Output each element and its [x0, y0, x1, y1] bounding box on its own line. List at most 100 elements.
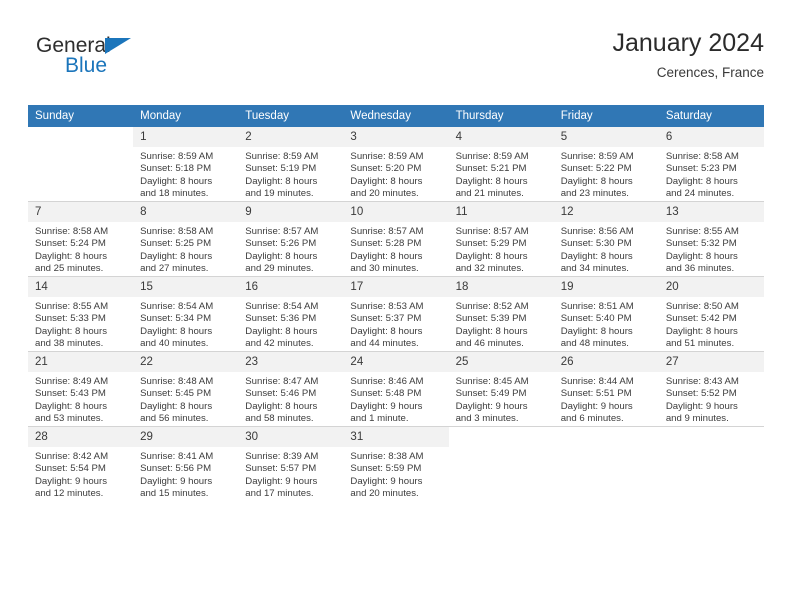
daylight-text-line1: Daylight: 9 hours [140, 475, 213, 487]
calendar-day-cell[interactable]: 4 Sunrise: 8:59 AM Sunset: 5:21 PM Daylight… [448, 127, 554, 202]
day-details: Sunrise: 8:58 AM Sunset: 5:25 PM Daylight:… [133, 222, 238, 276]
daylight-text-line2: and 30 minutes. [350, 263, 419, 275]
calendar-day-cell[interactable]: 28 Sunrise: 8:42 AM Sunset: 5:54 PM Dayligh… [28, 426, 134, 501]
calendar-day-cell[interactable]: 17 Sunrise: 8:53 AM Sunset: 5:37 PM Dayligh… [343, 276, 449, 352]
calendar-day-cell[interactable]: 18 Sunrise: 8:52 AM Sunset: 5:39 PM Dayligh… [448, 276, 554, 352]
sunset-text: Sunset: 5:51 PM [560, 388, 632, 400]
day-number: 7 [28, 202, 134, 222]
day-number [553, 427, 659, 447]
day-number: 29 [133, 427, 239, 447]
day-details: Sunrise: 8:54 AM Sunset: 5:34 PM Daylight:… [133, 297, 238, 351]
daylight-text-line1: Daylight: 8 hours [245, 250, 318, 262]
day-details: Sunrise: 8:42 AM Sunset: 5:54 PM Daylight:… [28, 447, 133, 501]
day-number [658, 427, 764, 447]
daylight-text-line1: Daylight: 8 hours [140, 325, 213, 337]
calendar-day-cell[interactable]: 13 Sunrise: 8:55 AM Sunset: 5:32 PM Dayligh… [658, 201, 764, 277]
daylight-text-line1: Daylight: 8 hours [140, 175, 213, 187]
sunset-text: Sunset: 5:22 PM [560, 163, 632, 175]
day-number: 16 [238, 277, 344, 297]
daylight-text-line2: and 27 minutes. [140, 263, 209, 275]
general-blue-logo[interactable]: General Blue [36, 34, 236, 90]
day-details: Sunrise: 8:57 AM Sunset: 5:29 PM Daylight:… [449, 222, 554, 276]
daylight-text-line1: Daylight: 9 hours [665, 400, 738, 412]
sunset-text: Sunset: 5:18 PM [140, 163, 212, 175]
day-number: 19 [553, 277, 659, 297]
calendar-week-row: 7 Sunrise: 8:58 AM Sunset: 5:24 PM Daylight… [28, 201, 764, 277]
calendar-day-cell[interactable]: 2 Sunrise: 8:59 AM Sunset: 5:19 PM Daylight… [238, 127, 344, 202]
day-number: 10 [343, 202, 449, 222]
sunrise-text: Sunrise: 8:58 AM [665, 151, 739, 162]
calendar-day-cell[interactable]: 15 Sunrise: 8:54 AM Sunset: 5:34 PM Dayligh… [133, 276, 239, 352]
calendar-day-cell[interactable]: 22 Sunrise: 8:48 AM Sunset: 5:45 PM Dayligh… [133, 351, 239, 427]
sunrise-text: Sunrise: 8:55 AM [665, 226, 739, 237]
calendar-day-cell[interactable]: 29 Sunrise: 8:41 AM Sunset: 5:56 PM Dayligh… [133, 426, 239, 501]
daylight-text-line2: and 17 minutes. [245, 488, 314, 500]
daylight-text-line1: Daylight: 8 hours [35, 325, 107, 337]
calendar-day-cell[interactable]: 11 Sunrise: 8:57 AM Sunset: 5:29 PM Dayligh… [448, 201, 554, 277]
calendar-day-cell[interactable]: 20 Sunrise: 8:50 AM Sunset: 5:42 PM Dayligh… [658, 276, 764, 352]
calendar-day-cell[interactable]: 25 Sunrise: 8:45 AM Sunset: 5:49 PM Dayligh… [448, 351, 554, 427]
calendar-day-cell[interactable]: 16 Sunrise: 8:54 AM Sunset: 5:36 PM Dayligh… [238, 276, 344, 352]
sunrise-text: Sunrise: 8:54 AM [245, 301, 319, 312]
calendar-day-cell[interactable]: 8 Sunrise: 8:58 AM Sunset: 5:25 PM Daylight… [133, 201, 239, 277]
weekday-header-wednesday: Wednesday [343, 105, 449, 127]
calendar-day-cell[interactable]: 10 Sunrise: 8:57 AM Sunset: 5:28 PM Dayligh… [343, 201, 449, 277]
calendar-day-cell[interactable]: 5 Sunrise: 8:59 AM Sunset: 5:22 PM Daylight… [553, 127, 659, 202]
day-details: Sunrise: 8:47 AM Sunset: 5:46 PM Daylight:… [238, 372, 343, 426]
calendar-day-cell[interactable]: 27 Sunrise: 8:43 AM Sunset: 5:52 PM Dayligh… [658, 351, 764, 427]
day-number: 4 [448, 127, 554, 147]
calendar-day-cell[interactable]: 24 Sunrise: 8:46 AM Sunset: 5:48 PM Dayligh… [343, 351, 449, 427]
day-number: 20 [658, 277, 764, 297]
day-details: Sunrise: 8:48 AM Sunset: 5:45 PM Daylight:… [133, 372, 238, 426]
day-details [28, 147, 133, 151]
sunset-text: Sunset: 5:34 PM [140, 313, 212, 325]
day-number: 17 [343, 277, 449, 297]
daylight-text-line1: Daylight: 8 hours [350, 325, 423, 337]
sunrise-text: Sunrise: 8:49 AM [35, 376, 109, 387]
day-number [28, 127, 134, 147]
day-details [659, 447, 764, 451]
calendar-day-cell-empty [553, 426, 659, 501]
calendar-week-row: 14 Sunrise: 8:55 AM Sunset: 5:33 PM Dayligh… [28, 276, 764, 352]
day-number: 13 [658, 202, 764, 222]
day-details: Sunrise: 8:59 AM Sunset: 5:19 PM Daylight:… [238, 147, 343, 201]
daylight-text-line2: and 20 minutes. [350, 188, 419, 200]
weekday-header-thursday: Thursday [448, 105, 554, 127]
calendar-day-cell[interactable]: 9 Sunrise: 8:57 AM Sunset: 5:26 PM Daylight… [238, 201, 344, 277]
calendar-week-row: 21 Sunrise: 8:49 AM Sunset: 5:43 PM Dayligh… [28, 351, 764, 427]
calendar-day-cell[interactable]: 14 Sunrise: 8:55 AM Sunset: 5:33 PM Dayligh… [28, 276, 134, 352]
daylight-text-line1: Daylight: 9 hours [35, 475, 107, 487]
calendar-day-cell[interactable]: 31 Sunrise: 8:38 AM Sunset: 5:59 PM Dayligh… [343, 426, 449, 501]
calendar-day-cell[interactable]: 26 Sunrise: 8:44 AM Sunset: 5:51 PM Dayligh… [553, 351, 659, 427]
sunset-text: Sunset: 5:24 PM [35, 238, 106, 250]
day-details: Sunrise: 8:52 AM Sunset: 5:39 PM Daylight:… [449, 297, 554, 351]
page-title: January 2024 [612, 29, 764, 57]
calendar-day-cell[interactable]: 12 Sunrise: 8:56 AM Sunset: 5:30 PM Dayligh… [553, 201, 659, 277]
calendar-day-cell[interactable]: 6 Sunrise: 8:58 AM Sunset: 5:23 PM Daylight… [658, 127, 764, 202]
daylight-text-line1: Daylight: 8 hours [350, 175, 423, 187]
sunrise-text: Sunrise: 8:58 AM [35, 226, 109, 237]
sunrise-text: Sunrise: 8:59 AM [350, 151, 424, 162]
daylight-text-line2: and 46 minutes. [455, 338, 524, 350]
weekday-header-friday: Friday [553, 105, 659, 127]
daylight-text-line1: Daylight: 8 hours [245, 325, 318, 337]
calendar-day-cell[interactable]: 23 Sunrise: 8:47 AM Sunset: 5:46 PM Dayligh… [238, 351, 344, 427]
daylight-text-line2: and 29 minutes. [245, 263, 314, 275]
calendar-day-cell[interactable]: 1 Sunrise: 8:59 AM Sunset: 5:18 PM Daylight… [133, 127, 239, 202]
daylight-text-line2: and 12 minutes. [35, 488, 104, 500]
calendar-day-cell[interactable]: 7 Sunrise: 8:58 AM Sunset: 5:24 PM Daylight… [28, 201, 134, 277]
sunset-text: Sunset: 5:23 PM [665, 163, 737, 175]
weekday-header-saturday: Saturday [658, 105, 764, 127]
sunrise-text: Sunrise: 8:55 AM [35, 301, 109, 312]
day-number: 9 [238, 202, 344, 222]
calendar-day-cell[interactable]: 19 Sunrise: 8:51 AM Sunset: 5:40 PM Dayligh… [553, 276, 659, 352]
sunset-text: Sunset: 5:48 PM [350, 388, 422, 400]
day-details: Sunrise: 8:43 AM Sunset: 5:52 PM Daylight:… [659, 372, 764, 426]
calendar-day-cell[interactable]: 3 Sunrise: 8:59 AM Sunset: 5:20 PM Daylight… [343, 127, 449, 202]
calendar-day-cell[interactable]: 30 Sunrise: 8:39 AM Sunset: 5:57 PM Dayligh… [238, 426, 344, 501]
title-block: January 2024 Cerences, France [612, 26, 764, 84]
calendar-day-cell[interactable]: 21 Sunrise: 8:49 AM Sunset: 5:43 PM Dayligh… [28, 351, 134, 427]
calendar-week-row: 1 Sunrise: 8:59 AM Sunset: 5:18 PM Daylight… [28, 127, 764, 202]
day-details: Sunrise: 8:51 AM Sunset: 5:40 PM Daylight:… [554, 297, 659, 351]
daylight-text-line2: and 6 minutes. [560, 413, 624, 425]
